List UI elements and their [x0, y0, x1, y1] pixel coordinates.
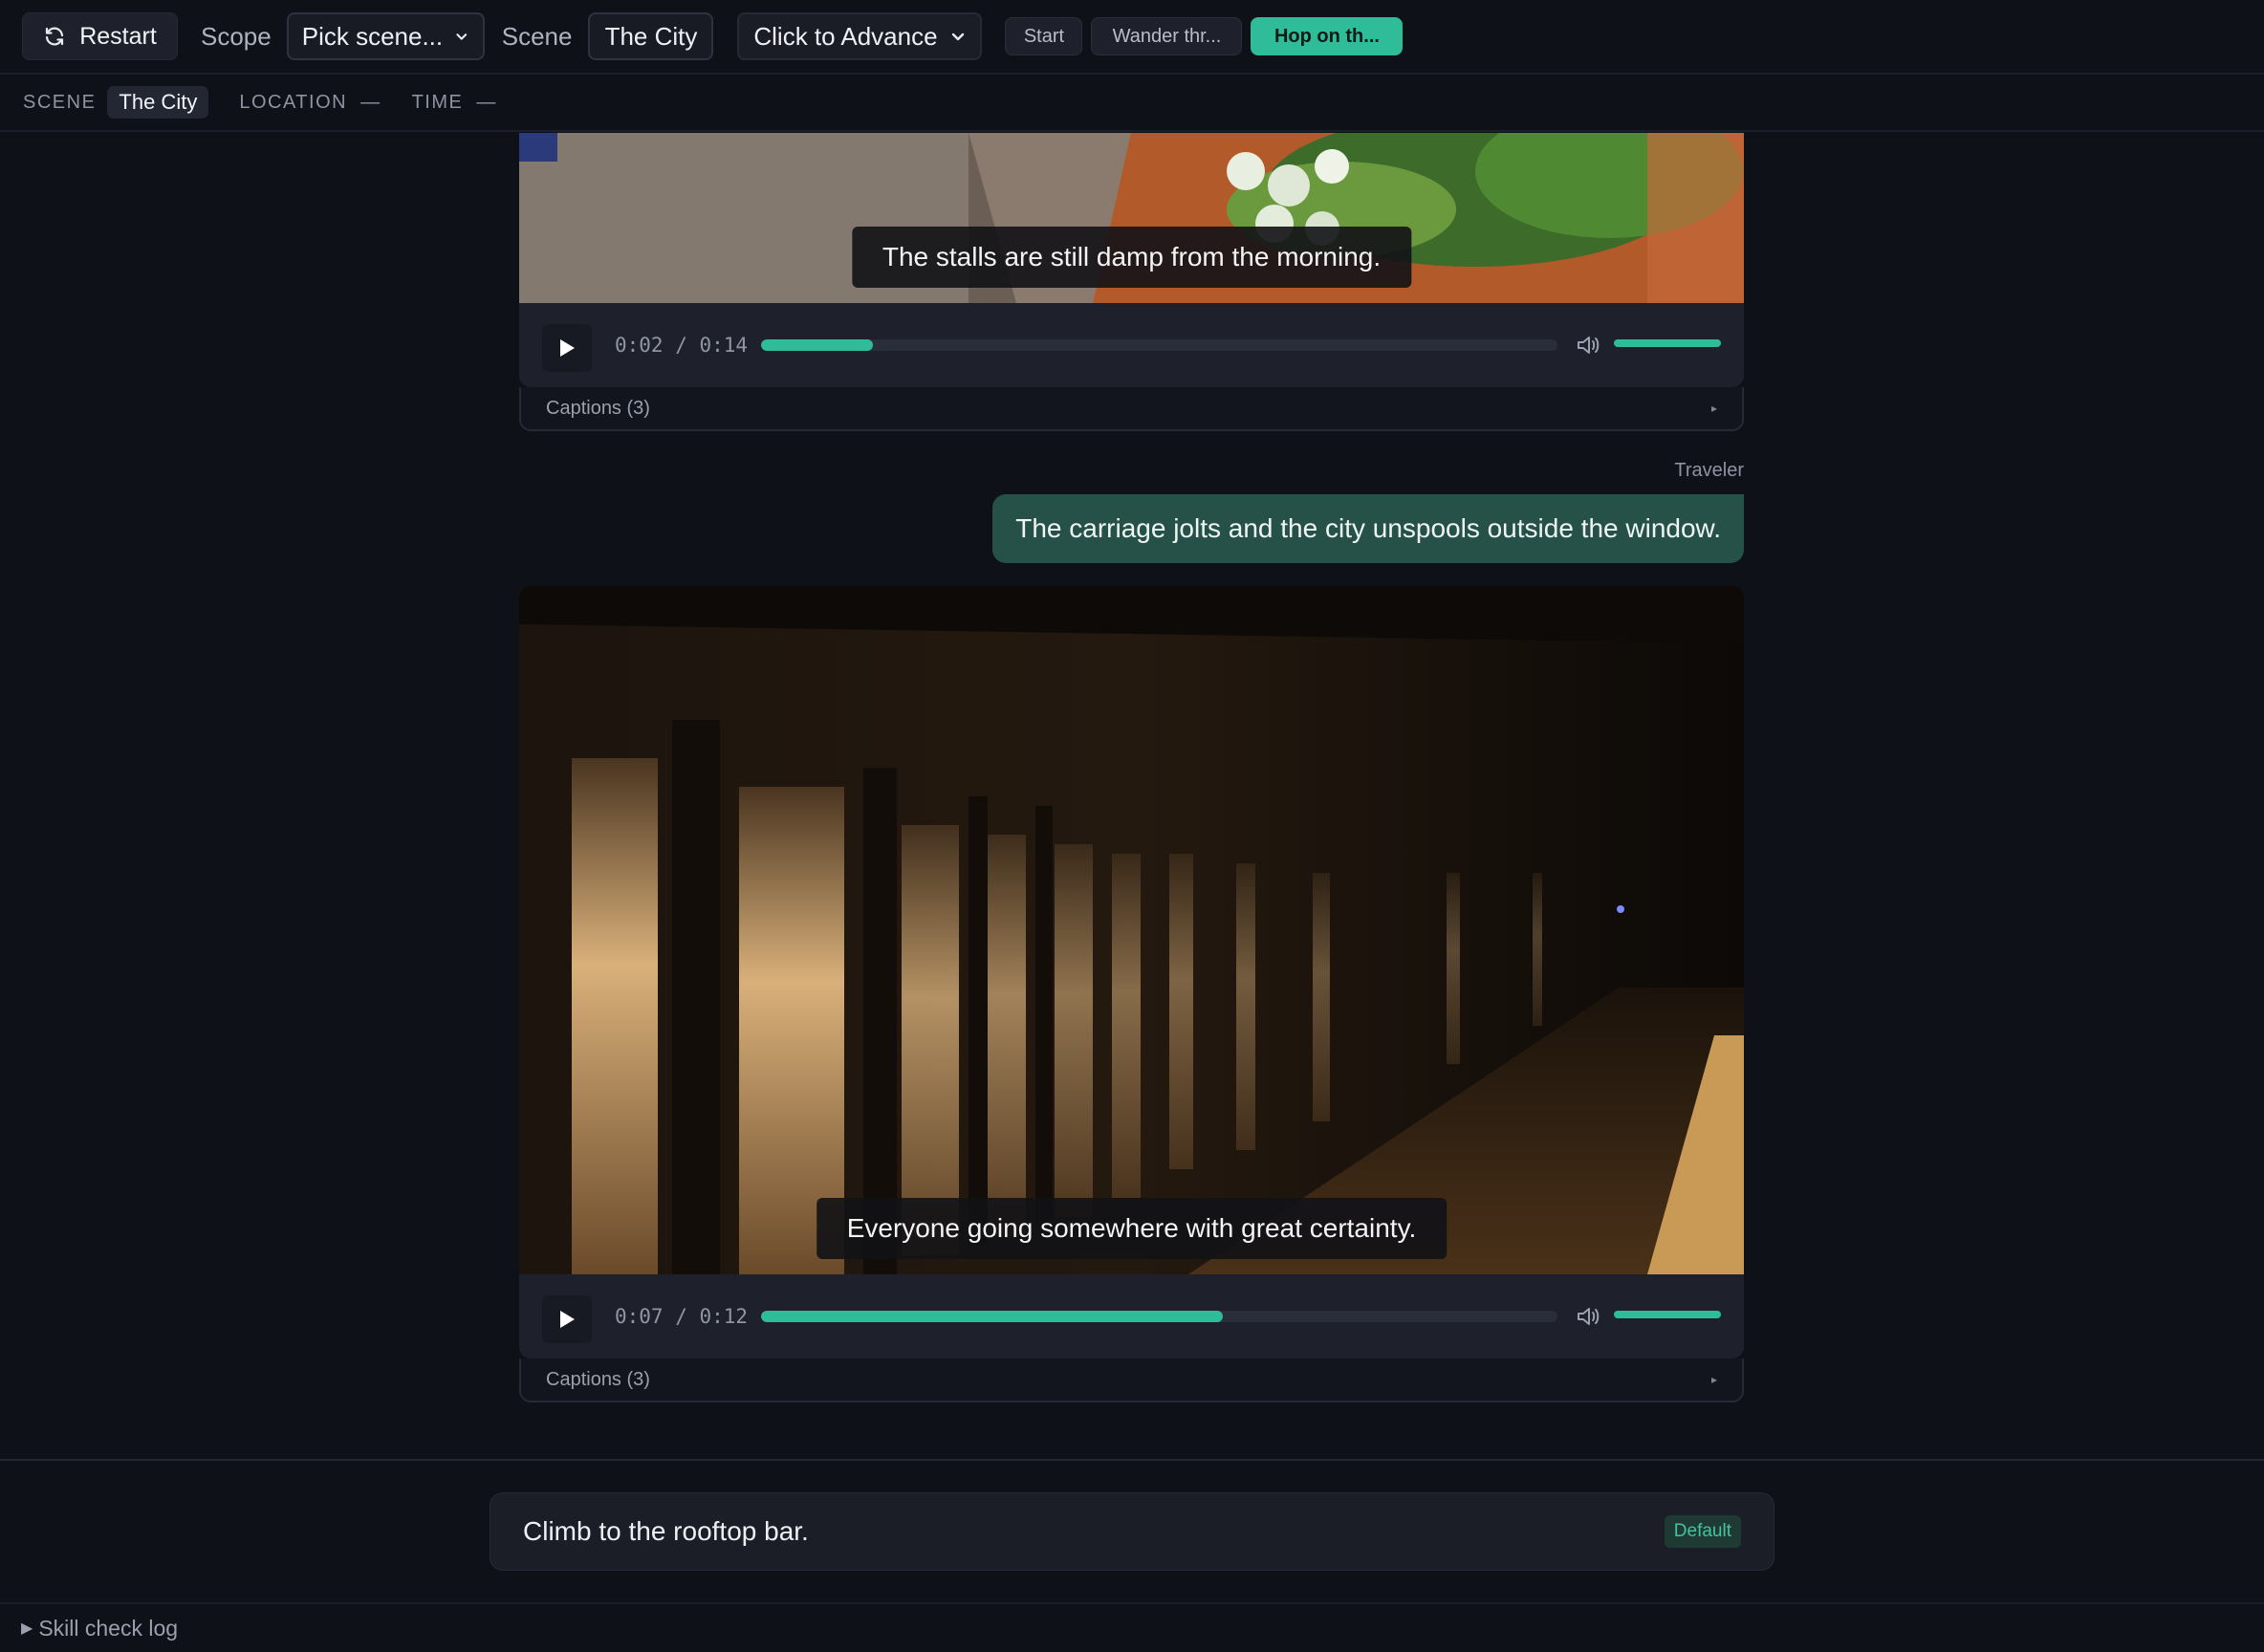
top-toolbar: Restart Scope Pick scene... Scene The Ci…: [0, 0, 2264, 75]
video-time: 0:07 / 0:12: [615, 1305, 749, 1328]
scene-field-value: The City: [604, 21, 698, 51]
captions-toggle[interactable]: Captions (3) ▸: [519, 1359, 1744, 1402]
scene-label: Scene: [501, 21, 573, 51]
captions-label: Captions (3): [546, 1368, 650, 1390]
video-card-market: The stalls are still damp from the morni…: [519, 133, 1744, 431]
chip-hop-on[interactable]: Hop on th...: [1251, 17, 1404, 55]
chip-wander[interactable]: Wander thr...: [1091, 17, 1243, 55]
video-progress-bar[interactable]: [761, 1311, 1557, 1322]
caret-right-icon: ▶: [21, 1620, 33, 1637]
video-subtitle: The stalls are still damp from the morni…: [851, 227, 1412, 288]
scope-label: Scope: [201, 21, 272, 51]
default-badge: Default: [1664, 1515, 1741, 1548]
volume-icon[interactable]: [1575, 1303, 1601, 1330]
chevron-down-icon: [456, 33, 468, 40]
video-frame-market[interactable]: The stalls are still damp from the morni…: [519, 133, 1744, 303]
restart-label: Restart: [79, 22, 157, 50]
video-frame-subway[interactable]: Everyone going somewhere with great cert…: [519, 586, 1744, 1274]
captions-toggle[interactable]: Captions (3) ▸: [519, 387, 1744, 431]
subway-scene-illustration: [519, 586, 1744, 1274]
volume-slider[interactable]: [1614, 1311, 1721, 1318]
status-bar: SCENE The City LOCATION — TIME —: [0, 75, 2264, 132]
choice-text: Climb to the rooftop bar.: [523, 1516, 809, 1546]
skill-check-log-label: Skill check log: [38, 1615, 179, 1641]
play-button[interactable]: [542, 324, 592, 372]
advance-mode-value: Click to Advance: [753, 21, 938, 51]
choice-input[interactable]: Climb to the rooftop bar. Default: [490, 1492, 1774, 1571]
volume-icon[interactable]: [1575, 332, 1601, 359]
scene-key: SCENE: [23, 91, 97, 113]
video-card-subway: Everyone going somewhere with great cert…: [519, 586, 1744, 1402]
chevron-down-icon: [951, 33, 964, 41]
video-controls: 0:07 / 0:12: [519, 1274, 1744, 1359]
video-time: 0:02 / 0:14: [615, 334, 749, 357]
time-key: TIME: [411, 91, 464, 113]
play-icon: [560, 339, 575, 357]
footer-divider: [0, 1459, 2264, 1461]
location-key: LOCATION: [239, 91, 348, 113]
chip-start[interactable]: Start: [1005, 17, 1083, 55]
message-bubble: The carriage jolts and the city unspools…: [992, 494, 1744, 563]
refresh-icon: [46, 27, 64, 46]
advance-mode-select[interactable]: Click to Advance: [737, 12, 983, 60]
caret-right-icon: ▸: [1710, 1373, 1717, 1386]
scene-badge: The City: [107, 86, 209, 119]
scope-select[interactable]: Pick scene...: [286, 12, 485, 60]
scene-field[interactable]: The City: [588, 12, 714, 60]
volume-slider[interactable]: [1614, 339, 1721, 347]
location-value: —: [360, 91, 381, 113]
play-button[interactable]: [542, 1295, 592, 1343]
video-subtitle: Everyone going somewhere with great cert…: [816, 1198, 1448, 1259]
scope-select-value: Pick scene...: [301, 21, 444, 51]
restart-button[interactable]: Restart: [22, 12, 178, 60]
story-feed[interactable]: The stalls are still damp from the morni…: [0, 133, 2264, 1459]
video-controls: 0:02 / 0:14: [519, 303, 1744, 387]
video-progress-bar[interactable]: [761, 339, 1557, 351]
captions-label: Captions (3): [546, 397, 650, 419]
speaker-label: Traveler: [1674, 460, 1744, 481]
time-value: —: [476, 91, 497, 113]
play-icon: [560, 1311, 575, 1328]
caret-right-icon: ▸: [1710, 402, 1717, 415]
skill-check-log-toggle[interactable]: ▶ Skill check log: [0, 1602, 2264, 1652]
